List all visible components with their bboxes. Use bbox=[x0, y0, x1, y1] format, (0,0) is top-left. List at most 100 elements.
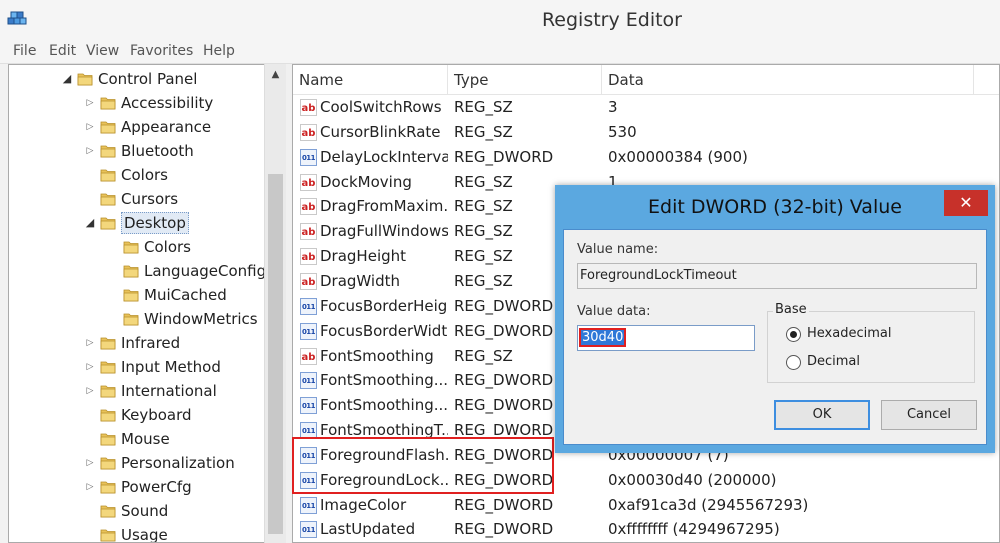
tree-node[interactable]: ▷ International bbox=[9, 379, 269, 403]
menu-edit[interactable]: Edit bbox=[49, 43, 76, 59]
menu-help[interactable]: Help bbox=[203, 43, 235, 59]
tree-node-label: Accessibility bbox=[121, 94, 214, 112]
tree-node[interactable]: LanguageConfig bbox=[9, 259, 269, 283]
hexadecimal-radio[interactable] bbox=[786, 327, 801, 342]
tree-node-label: Input Method bbox=[121, 358, 221, 376]
ok-button[interactable]: OK bbox=[774, 400, 870, 430]
scroll-up-icon[interactable]: ▲ bbox=[265, 64, 286, 86]
registry-tree[interactable]: ◢ Control Panel ▷ Accessibility ▷ Appearance ▷… bbox=[8, 64, 286, 543]
expand-arrow-icon[interactable]: ▷ bbox=[84, 451, 96, 475]
tree-node[interactable]: ▷ Personalization bbox=[9, 451, 269, 475]
title-bar: Registry Editor bbox=[0, 0, 1000, 40]
edit-dword-dialog: Edit DWORD (32-bit) Value ✕ Value name: … bbox=[555, 185, 995, 453]
menu-file[interactable]: File bbox=[13, 43, 36, 59]
value-name-cell: DragHeight bbox=[320, 247, 407, 266]
tree-scrollbar[interactable]: ▲ bbox=[264, 64, 286, 543]
value-name-cell: FontSmoothing... bbox=[320, 371, 448, 390]
folder-icon bbox=[100, 433, 116, 446]
folder-icon bbox=[77, 73, 93, 86]
folder-icon bbox=[100, 193, 116, 206]
column-data-header[interactable]: Data bbox=[602, 65, 974, 95]
string-value-icon: ab bbox=[300, 198, 317, 216]
menu-favorites[interactable]: Favorites bbox=[130, 43, 193, 59]
dialog-title: Edit DWORD (32-bit) Value bbox=[648, 196, 902, 218]
menu-bar: File Edit View Favorites Help bbox=[0, 40, 1000, 64]
expand-arrow-icon[interactable]: ▷ bbox=[84, 475, 96, 499]
expand-arrow-icon[interactable]: ▷ bbox=[84, 331, 96, 355]
tree-node-label: Sound bbox=[121, 502, 169, 520]
tree-node-label: Bluetooth bbox=[121, 142, 194, 160]
value-name-cell: FontSmoothing... bbox=[320, 396, 448, 415]
hexadecimal-label[interactable]: Hexadecimal bbox=[807, 326, 891, 341]
expand-arrow-icon[interactable]: ▷ bbox=[84, 139, 96, 163]
tree-node-label: Cursors bbox=[121, 190, 179, 208]
folder-icon bbox=[123, 265, 139, 278]
tree-node[interactable]: ▷ Bluetooth bbox=[9, 139, 269, 163]
value-name-cell: DockMoving bbox=[320, 172, 412, 191]
value-name-cell: CursorBlinkRate bbox=[320, 122, 441, 141]
binary-value-icon: 011 bbox=[300, 322, 317, 340]
tree-node-label: Keyboard bbox=[121, 406, 192, 424]
string-value-icon: ab bbox=[300, 223, 317, 241]
value-name-cell: DragFullWindows bbox=[320, 222, 448, 241]
menu-view[interactable]: View bbox=[86, 43, 119, 59]
collapse-arrow-icon[interactable]: ◢ bbox=[61, 67, 73, 91]
expand-arrow-icon[interactable]: ▷ bbox=[84, 115, 96, 139]
string-value-icon: ab bbox=[300, 347, 317, 365]
tree-node[interactable]: ◢ Desktop bbox=[9, 211, 269, 235]
tree-node[interactable]: MuiCached bbox=[9, 283, 269, 307]
column-name-header[interactable]: Name bbox=[293, 65, 448, 95]
table-row[interactable]: 011 LastUpdated REG_DWORD 0xffffffff (42949… bbox=[293, 517, 999, 542]
decimal-label[interactable]: Decimal bbox=[807, 354, 860, 369]
collapse-arrow-icon[interactable]: ◢ bbox=[84, 211, 96, 235]
tree-node[interactable]: Colors bbox=[9, 235, 269, 259]
tree-node-label: Usage bbox=[121, 526, 168, 543]
tree-node[interactable]: Cursors bbox=[9, 187, 269, 211]
value-data-cell: 530 bbox=[608, 122, 637, 141]
cancel-button[interactable]: Cancel bbox=[881, 400, 977, 430]
value-type-cell: REG_SZ bbox=[454, 247, 513, 266]
folder-icon bbox=[100, 529, 116, 542]
string-value-icon: ab bbox=[300, 123, 317, 141]
tree-node[interactable]: ▷ Accessibility bbox=[9, 91, 269, 115]
folder-icon bbox=[100, 121, 116, 134]
value-type-cell: REG_SZ bbox=[454, 222, 513, 241]
value-name-cell: CoolSwitchRows bbox=[320, 98, 442, 116]
table-row[interactable]: 011 ImageColor REG_DWORD 0xaf91ca3d (294556… bbox=[293, 493, 999, 518]
table-row[interactable]: ab CoolSwitchRows REG_SZ 3 bbox=[293, 95, 999, 120]
table-row[interactable]: ab CursorBlinkRate REG_SZ 530 bbox=[293, 120, 999, 145]
tree-node[interactable]: ▷ Infrared bbox=[9, 331, 269, 355]
tree-node[interactable]: ▷ Appearance bbox=[9, 115, 269, 139]
value-data-input[interactable]: 30d40 bbox=[577, 325, 755, 351]
value-data-label: Value data: bbox=[577, 304, 651, 319]
tree-node[interactable]: Mouse bbox=[9, 427, 269, 451]
base-group: Base Hexadecimal Decimal bbox=[767, 302, 975, 383]
tree-node[interactable]: Sound bbox=[9, 499, 269, 523]
tree-node[interactable]: WindowMetrics bbox=[9, 307, 269, 331]
dialog-body: Value name: ForegroundLockTimeout Value … bbox=[563, 229, 987, 445]
scroll-thumb[interactable] bbox=[268, 174, 283, 534]
binary-value-icon: 011 bbox=[300, 496, 317, 514]
list-header: Name Type Data bbox=[293, 65, 999, 95]
value-type-cell: REG_SZ bbox=[454, 271, 513, 290]
tree-node[interactable]: ▷ Input Method bbox=[9, 355, 269, 379]
column-type-header[interactable]: Type bbox=[448, 65, 602, 95]
value-data-cell: 0x00000384 (900) bbox=[608, 147, 748, 166]
expand-arrow-icon[interactable]: ▷ bbox=[84, 355, 96, 379]
value-name-cell: DelayLockInterval bbox=[320, 147, 448, 166]
value-type-cell: REG_SZ bbox=[454, 122, 513, 141]
tree-node[interactable]: ◢ Control Panel bbox=[9, 67, 269, 91]
expand-arrow-icon[interactable]: ▷ bbox=[84, 379, 96, 403]
tree-node-label: Personalization bbox=[121, 454, 235, 472]
table-row[interactable]: 011 DelayLockInterval REG_DWORD 0x00000384 … bbox=[293, 145, 999, 170]
tree-node-label: Infrared bbox=[121, 334, 181, 352]
tree-node[interactable]: Usage bbox=[9, 523, 269, 543]
folder-icon bbox=[123, 313, 139, 326]
tree-node[interactable]: Keyboard bbox=[9, 403, 269, 427]
close-icon[interactable]: ✕ bbox=[944, 190, 988, 216]
decimal-radio[interactable] bbox=[786, 355, 801, 370]
value-name-cell: DragWidth bbox=[320, 271, 401, 290]
tree-node[interactable]: Colors bbox=[9, 163, 269, 187]
tree-node[interactable]: ▷ PowerCfg bbox=[9, 475, 269, 499]
expand-arrow-icon[interactable]: ▷ bbox=[84, 91, 96, 115]
